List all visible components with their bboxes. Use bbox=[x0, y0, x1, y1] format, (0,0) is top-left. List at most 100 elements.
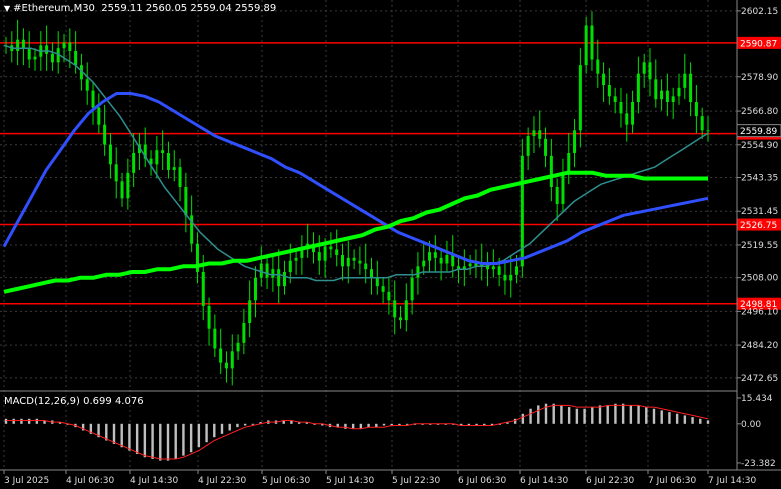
macd-bar bbox=[128, 423, 131, 451]
price-tick-label: 2496.10 bbox=[741, 307, 778, 317]
candle-body bbox=[509, 274, 513, 281]
price-chart[interactable]: 2590.872558.852526.752498.81 2602.152578… bbox=[0, 0, 781, 489]
candle-body bbox=[619, 102, 623, 114]
candle-body bbox=[573, 130, 577, 153]
candle-body bbox=[613, 96, 617, 102]
candle-body bbox=[103, 124, 107, 145]
candle-body bbox=[631, 102, 635, 125]
candle-body bbox=[16, 39, 20, 51]
candle-body bbox=[497, 266, 501, 275]
current-price-label: 2559.89 bbox=[740, 127, 777, 137]
macd-header: MACD(12,26,9) 0.699 4.076 bbox=[4, 396, 144, 407]
macd-bar bbox=[521, 413, 525, 424]
time-tick-label: 7 Jul 14:30 bbox=[708, 476, 757, 486]
candle-body bbox=[660, 90, 664, 100]
price-tick-label: 2554.90 bbox=[741, 141, 778, 151]
candle-body bbox=[242, 323, 246, 343]
macd-bar bbox=[691, 417, 694, 424]
macd-label: MACD(12,26,9) bbox=[4, 396, 80, 407]
candle-body bbox=[236, 342, 240, 352]
macd-bar bbox=[174, 423, 177, 459]
candle-body bbox=[91, 90, 95, 108]
macd-bar bbox=[4, 418, 8, 424]
macd-bar bbox=[375, 423, 378, 428]
time-tick-label: 4 Jul 14:30 bbox=[130, 476, 179, 486]
macd-bar bbox=[189, 423, 193, 453]
macd-bar bbox=[552, 403, 555, 424]
ohlc-values: 2559.11 2560.05 2559.04 2559.89 bbox=[101, 3, 277, 14]
candle-body bbox=[648, 62, 652, 80]
candle-body bbox=[33, 56, 37, 60]
macd-bar bbox=[583, 408, 586, 424]
time-tick-label: 6 Jul 22:30 bbox=[586, 476, 635, 486]
candle-body bbox=[584, 25, 588, 66]
candle-body bbox=[399, 317, 403, 321]
candle-body bbox=[515, 266, 519, 275]
chart-header: ▼ #Ethereum,M30 2559.11 2560.05 2559.04 2… bbox=[4, 3, 276, 14]
candle-body bbox=[451, 255, 455, 267]
candle-body bbox=[625, 113, 629, 125]
candle-body bbox=[50, 53, 54, 63]
macd-bar bbox=[236, 423, 239, 428]
macd-bar bbox=[699, 418, 702, 424]
macd-bar bbox=[120, 423, 123, 448]
candle-body bbox=[491, 266, 495, 270]
candle-body bbox=[602, 73, 606, 85]
candle-body bbox=[271, 269, 275, 278]
macd-bar bbox=[621, 403, 625, 424]
macd-bar bbox=[359, 423, 363, 429]
candle-body bbox=[549, 155, 553, 187]
price-tick-label: 2508.00 bbox=[741, 274, 778, 284]
macd-bar bbox=[652, 408, 656, 424]
candle-body bbox=[654, 79, 658, 100]
candle-body bbox=[317, 252, 321, 261]
price-tick-label: 2566.80 bbox=[741, 107, 778, 117]
price-tick-label: 2543.35 bbox=[741, 174, 778, 184]
time-tick-label: 7 Jul 06:30 bbox=[648, 476, 697, 486]
candle-body bbox=[544, 138, 548, 156]
macd-bar bbox=[575, 408, 579, 424]
macd-tick-label: -23.382 bbox=[741, 459, 776, 469]
time-tick-label: 4 Jul 22:30 bbox=[198, 476, 247, 486]
candle-body bbox=[132, 153, 136, 173]
candle-body bbox=[288, 260, 292, 272]
candle-body bbox=[439, 257, 443, 264]
macd-bar bbox=[529, 408, 532, 424]
candle-body bbox=[706, 130, 710, 132]
time-tick-label: 5 Jul 14:30 bbox=[326, 476, 375, 486]
macd-bar bbox=[251, 423, 255, 425]
macd-bar bbox=[537, 405, 540, 424]
macd-bar bbox=[27, 418, 31, 424]
macd-bar bbox=[35, 418, 39, 424]
macd-bar bbox=[112, 423, 116, 444]
macd-bar bbox=[344, 423, 347, 429]
candle-body bbox=[45, 45, 49, 54]
candle-body bbox=[689, 73, 693, 102]
candle-body bbox=[677, 87, 681, 97]
macd-bar bbox=[20, 418, 23, 424]
candle-body bbox=[468, 263, 472, 267]
macd-bar bbox=[220, 423, 224, 434]
symbol-label: #Ethereum,M30 bbox=[13, 3, 95, 14]
chevron-down-icon[interactable]: ▼ bbox=[4, 4, 10, 13]
macd-bar bbox=[143, 423, 147, 458]
candle-body bbox=[393, 300, 397, 318]
time-tick-label: 5 Jul 06:30 bbox=[262, 476, 311, 486]
price-tick-label: 2602.15 bbox=[741, 7, 778, 17]
candle-body bbox=[561, 172, 565, 204]
candle-body bbox=[445, 255, 449, 264]
macd-bar bbox=[668, 412, 671, 424]
candle-body bbox=[416, 266, 420, 278]
candle-body bbox=[590, 25, 594, 60]
candle-body bbox=[538, 130, 542, 139]
macd-bar bbox=[606, 405, 609, 424]
candle-body bbox=[97, 107, 101, 125]
level-price-label: 2590.87 bbox=[740, 39, 777, 49]
candle-body bbox=[364, 263, 368, 270]
macd-bar bbox=[660, 410, 663, 424]
candle-body bbox=[352, 257, 356, 261]
time-tick-label: 6 Jul 06:30 bbox=[458, 476, 507, 486]
candle-body bbox=[346, 257, 350, 267]
macd-bar bbox=[213, 423, 216, 438]
macd-bar bbox=[405, 423, 409, 425]
